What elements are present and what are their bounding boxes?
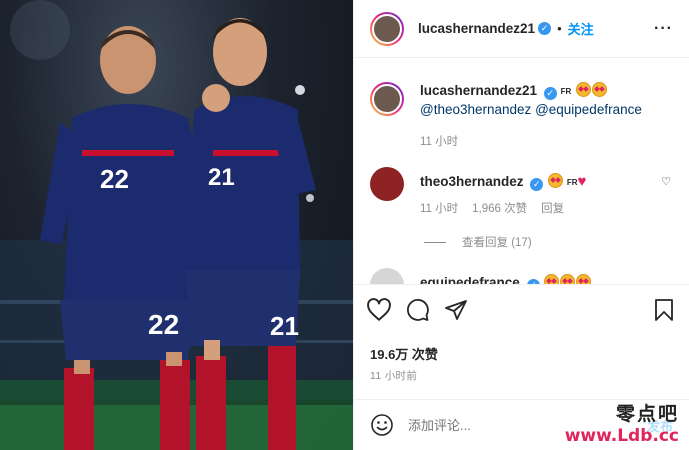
comment-item: theo3hernandez ✓ FR♥ 11 小时 1,966 次赞 回复 ♡ bbox=[370, 167, 673, 216]
comments-list[interactable]: lucashernandez21 ✓ FR @theo3hernandez @e… bbox=[354, 58, 689, 284]
separator-dot: • bbox=[557, 21, 562, 36]
flag-fr-icon: FR bbox=[560, 87, 572, 96]
commenter-username[interactable]: equipedefrance bbox=[420, 275, 520, 284]
more-icon[interactable]: ··· bbox=[654, 20, 673, 38]
heart-eyes-emoji-icon bbox=[548, 173, 564, 188]
author-avatar[interactable] bbox=[370, 11, 404, 46]
jersey-number-left: 22 bbox=[100, 164, 129, 194]
shorts-number-right: 21 bbox=[270, 311, 299, 341]
heart-eyes-emoji-icon bbox=[560, 274, 576, 284]
post-side-panel: lucashernandez21 ✓ • 关注 ··· lucashernand… bbox=[353, 0, 689, 450]
view-replies-button[interactable]: 查看回复 (17) bbox=[424, 234, 673, 250]
mention-link[interactable]: @equipedefrance bbox=[535, 102, 642, 117]
verified-icon: ✓ bbox=[538, 22, 552, 35]
mention-link[interactable]: @theo3hernandez bbox=[420, 102, 531, 117]
emoji-icon[interactable] bbox=[370, 413, 394, 437]
save-icon[interactable] bbox=[653, 298, 675, 322]
red-heart-emoji-icon: ♥ bbox=[577, 173, 587, 190]
caption-username[interactable]: lucashernandez21 bbox=[420, 83, 537, 98]
watermark: 零点吧 www.Ldb.cc bbox=[565, 399, 679, 446]
players-illustration: 22 22 21 21 bbox=[0, 0, 353, 450]
post-header: lucashernandez21 ✓ • 关注 ··· bbox=[354, 0, 689, 58]
comment-icon[interactable] bbox=[406, 298, 430, 322]
commenter-avatar[interactable] bbox=[370, 268, 404, 284]
flag-fr-icon: FR bbox=[566, 178, 578, 187]
commenter-avatar[interactable] bbox=[370, 167, 404, 201]
caption-time[interactable]: 11 小时 bbox=[420, 133, 458, 149]
share-icon[interactable] bbox=[444, 298, 468, 322]
comment-like-heart-icon[interactable]: ♡ bbox=[661, 175, 671, 188]
view-replies-label[interactable]: 查看回复 (17) bbox=[462, 234, 532, 250]
heart-icon[interactable] bbox=[366, 297, 392, 322]
likes-count[interactable]: 19.6万 次赞 bbox=[370, 344, 438, 363]
caption-avatar[interactable] bbox=[370, 82, 404, 116]
verified-icon: ✓ bbox=[543, 87, 557, 100]
commenter-username[interactable]: theo3hernandez bbox=[420, 174, 524, 189]
heart-eyes-emoji-icon bbox=[544, 274, 560, 284]
comment-time[interactable]: 11 小时 bbox=[420, 200, 458, 216]
post-actions-bar bbox=[354, 284, 689, 334]
watermark-title: 零点吧 bbox=[615, 403, 679, 425]
heart-eyes-emoji-icon bbox=[576, 82, 592, 97]
comment-input[interactable] bbox=[408, 417, 548, 433]
comment-likes[interactable]: 1,966 次赞 bbox=[472, 200, 527, 216]
author-username[interactable]: lucashernandez21 bbox=[418, 21, 535, 36]
heart-eyes-emoji-icon bbox=[576, 274, 592, 284]
follow-button[interactable]: 关注 bbox=[568, 19, 594, 38]
shorts-number-left: 22 bbox=[148, 309, 179, 340]
caption: lucashernandez21 ✓ FR @theo3hernandez @e… bbox=[370, 82, 673, 149]
jersey-number-right: 21 bbox=[208, 164, 235, 191]
post-photo[interactable]: 22 22 21 21 bbox=[0, 0, 353, 450]
verified-icon: ✓ bbox=[530, 178, 544, 191]
heart-eyes-emoji-icon bbox=[592, 82, 608, 97]
comment-item: equipedefrance ✓ bbox=[370, 268, 673, 284]
reply-button[interactable]: 回复 bbox=[541, 200, 564, 216]
post-time[interactable]: 11 小时前 bbox=[370, 368, 417, 383]
replies-line bbox=[424, 241, 446, 243]
watermark-url: www.Ldb.cc bbox=[564, 426, 679, 446]
